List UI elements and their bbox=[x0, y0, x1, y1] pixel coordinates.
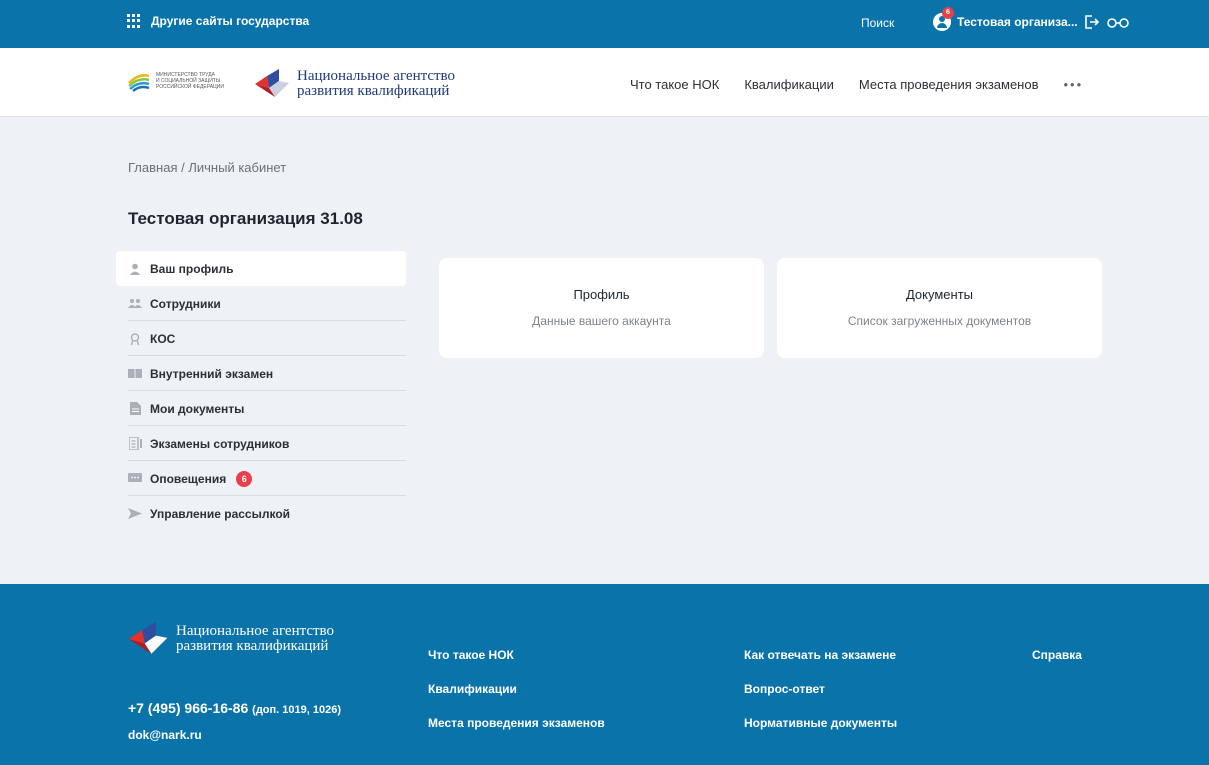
main-nav: Что такое НОК Квалификации Места проведе… bbox=[630, 77, 1083, 92]
sidebar-item-label: КОС bbox=[150, 331, 176, 346]
footer-phone-number: +7 (495) 966-16-86 bbox=[128, 700, 249, 716]
ministry-logo[interactable]: Министерство труда и социальной защиты Р… bbox=[128, 70, 224, 92]
ministry-line-3: Российской Федерации bbox=[156, 84, 224, 90]
footer-link-faq[interactable]: Вопрос-ответ bbox=[744, 682, 897, 698]
sidebar-item-kos[interactable]: КОС bbox=[116, 321, 406, 356]
user-menu[interactable]: 6 Тестовая организа... bbox=[933, 7, 1078, 31]
footer-phone-ext: (доп. 1019, 1026) bbox=[252, 704, 341, 716]
footer-link-how-to-answer[interactable]: Как отвечать на экзамене bbox=[744, 648, 897, 664]
user-avatar-icon: 6 bbox=[933, 7, 954, 31]
card-title: Документы bbox=[905, 287, 973, 302]
document-icon bbox=[128, 402, 142, 416]
notifications-count-badge: 6 bbox=[236, 470, 253, 487]
footer-col-2: Как отвечать на экзамене Вопрос-ответ Но… bbox=[744, 648, 897, 750]
accessibility-glasses-icon[interactable] bbox=[1107, 16, 1129, 34]
footer-col-1: Что такое НОК Квалификации Места проведе… bbox=[428, 648, 605, 750]
users-icon bbox=[128, 297, 142, 311]
card-subtitle: Список загруженных документов bbox=[847, 314, 1032, 328]
agency-logo[interactable]: Национальное агентство развития квалифик… bbox=[255, 69, 455, 99]
apps-grid-icon bbox=[127, 14, 141, 28]
footer-email[interactable]: dok@nark.ru bbox=[128, 728, 202, 742]
sidebar-item-notifications[interactable]: Оповещения 6 bbox=[116, 461, 406, 496]
nav-more-icon[interactable]: ••• bbox=[1064, 77, 1084, 92]
nav-qualifications[interactable]: Квалификации bbox=[744, 77, 834, 92]
breadcrumb-current: Личный кабинет bbox=[188, 160, 287, 175]
sidebar-item-label: Сотрудники bbox=[150, 296, 221, 311]
breadcrumb-separator: / bbox=[181, 160, 185, 175]
message-icon bbox=[128, 472, 142, 486]
other-sites-label: Другие сайты государства bbox=[151, 14, 310, 28]
site-footer: Национальное агентство развития квалифик… bbox=[0, 584, 1209, 765]
award-icon bbox=[128, 332, 142, 346]
agency-emblem-icon bbox=[128, 622, 168, 654]
footer-link-what-is-nok[interactable]: Что такое НОК bbox=[428, 648, 605, 664]
footer-agency-logo[interactable]: Национальное агентство развития квалифик… bbox=[128, 622, 334, 656]
footer-link-qualifications[interactable]: Квалификации bbox=[428, 682, 605, 698]
notification-count-badge: 6 bbox=[942, 7, 954, 19]
send-icon bbox=[128, 507, 142, 521]
page-title: Тестовая организация 31.08 bbox=[128, 209, 363, 228]
sidebar-item-profile[interactable]: Ваш профиль bbox=[116, 251, 406, 286]
sidebar-item-label: Внутренний экзамен bbox=[150, 366, 274, 381]
footer-agency-name-line-2: развития квалификаций bbox=[176, 638, 329, 654]
sidebar-item-employee-exams[interactable]: Экзамены сотрудников bbox=[116, 426, 406, 461]
sidebar-item-employees[interactable]: Сотрудники bbox=[116, 286, 406, 321]
user-name: Тестовая организа... bbox=[957, 15, 1078, 29]
sidebar-item-label: Оповещения bbox=[150, 471, 227, 486]
sidebar-item-my-documents[interactable]: Мои документы bbox=[116, 391, 406, 426]
agency-name-line-1: Национальное агентство bbox=[297, 68, 456, 84]
breadcrumb: Главная / Личный кабинет bbox=[128, 160, 286, 175]
footer-link-help[interactable]: Справка bbox=[1032, 648, 1082, 664]
profile-card[interactable]: Профиль Данные вашего аккаунта bbox=[439, 258, 764, 358]
user-icon bbox=[128, 262, 142, 276]
search-link[interactable]: Поиск bbox=[861, 16, 894, 30]
other-sites-link[interactable]: Другие сайты государства bbox=[127, 14, 309, 28]
sidebar-item-mailing[interactable]: Управление рассылкой bbox=[116, 496, 406, 531]
sidebar-item-internal-exam[interactable]: Внутренний экзамен bbox=[116, 356, 406, 391]
book-icon bbox=[128, 367, 142, 381]
footer-link-regulations[interactable]: Нормативные документы bbox=[744, 716, 897, 732]
sidebar-item-label: Экзамены сотрудников bbox=[150, 436, 290, 451]
footer-agency-name-line-1: Национальное агентство bbox=[176, 623, 335, 639]
list-icon bbox=[128, 437, 142, 451]
cabinet-sidebar: Ваш профиль Сотрудники КОС Внутренний эк… bbox=[116, 251, 406, 531]
site-header: Министерство труда и социальной защиты Р… bbox=[0, 48, 1209, 117]
logout-icon[interactable] bbox=[1083, 14, 1100, 35]
footer-col-3: Справка bbox=[1032, 648, 1082, 682]
footer-link-exam-locations[interactable]: Места проведения экзаменов bbox=[428, 716, 605, 732]
nav-exam-locations[interactable]: Места проведения экзаменов bbox=[859, 77, 1039, 92]
nav-what-is-nok[interactable]: Что такое НОК bbox=[630, 77, 719, 92]
breadcrumb-home[interactable]: Главная bbox=[128, 160, 177, 175]
card-subtitle: Данные вашего аккаунта bbox=[532, 314, 671, 328]
agency-name-line-2: развития квалификаций bbox=[297, 83, 450, 99]
ministry-emblem-icon bbox=[128, 74, 150, 92]
card-title: Профиль bbox=[573, 287, 630, 302]
documents-card[interactable]: Документы Список загруженных документов bbox=[777, 258, 1102, 358]
top-bar: Другие сайты государства Поиск 6 Тестова… bbox=[0, 0, 1209, 48]
footer-phone[interactable]: +7 (495) 966-16-86 (доп. 1019, 1026) bbox=[128, 700, 341, 716]
agency-emblem-icon bbox=[255, 69, 289, 97]
sidebar-item-label: Управление рассылкой bbox=[150, 506, 291, 521]
sidebar-item-label: Ваш профиль bbox=[150, 261, 234, 276]
sidebar-item-label: Мои документы bbox=[150, 401, 245, 416]
